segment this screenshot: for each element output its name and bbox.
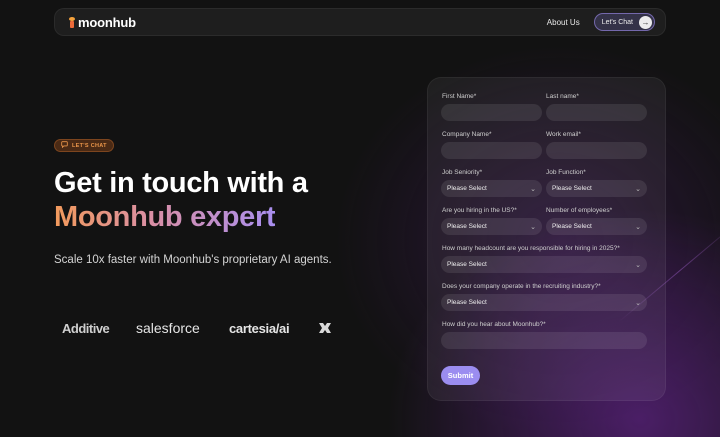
brand-mark-logo — [317, 320, 333, 336]
hiring-us-select[interactable]: Please Select ⌄ — [441, 218, 542, 235]
arrow-right-icon: → — [639, 15, 652, 29]
select-value: Please Select — [552, 223, 592, 230]
lets-chat-button[interactable]: Let's Chat → — [593, 13, 655, 31]
employees-select[interactable]: Please Select ⌄ — [546, 218, 647, 235]
select-value: Please Select — [447, 185, 487, 192]
additive-logo: Additive — [62, 320, 110, 336]
hero-title-line2: Moonhub expert — [54, 201, 276, 233]
lets-chat-label: Let's Chat — [601, 18, 633, 26]
badge-label: LET'S CHAT — [72, 142, 107, 149]
first-name-label: First Name* — [442, 93, 477, 100]
headcount-select[interactable]: Please Select ⌄ — [441, 256, 647, 273]
chevron-down-icon: ⌄ — [635, 261, 641, 269]
hero-title-line1: Get in touch with a — [54, 167, 308, 199]
moonhub-logo-icon — [69, 16, 75, 28]
customer-logos: Additive salesforce cartesia/ai — [62, 320, 333, 336]
company-name-label: Company Name* — [442, 131, 492, 138]
about-us-link[interactable]: About Us — [547, 18, 580, 27]
chevron-down-icon: ⌄ — [530, 185, 536, 193]
company-name-input[interactable] — [441, 142, 542, 159]
chat-bubble-icon — [61, 141, 68, 150]
chevron-down-icon: ⌄ — [635, 223, 641, 231]
submit-button[interactable]: Submit — [441, 366, 480, 385]
hear-about-label: How did you hear about Moonhub?* — [442, 321, 546, 328]
hear-about-input[interactable] — [441, 332, 647, 349]
select-value: Please Select — [447, 299, 487, 306]
job-function-select[interactable]: Please Select ⌄ — [546, 180, 647, 197]
employees-label: Number of employees* — [546, 207, 613, 214]
select-value: Please Select — [447, 223, 487, 230]
work-email-input[interactable] — [546, 142, 647, 159]
headcount-label: How many headcount are you responsible f… — [442, 245, 620, 252]
select-value: Please Select — [552, 185, 592, 192]
hiring-us-label: Are you hiring in the US?* — [442, 207, 517, 214]
nav-right: About Us Let's Chat → — [547, 13, 655, 31]
logo-text: moonhub — [78, 14, 136, 30]
work-email-label: Work email* — [546, 131, 581, 138]
salesforce-logo: salesforce — [136, 320, 200, 336]
hero-subtitle: Scale 10x faster with Moonhub's propriet… — [54, 254, 332, 266]
contact-form — [427, 77, 666, 401]
cartesia-logo: cartesia/ai — [229, 320, 290, 336]
job-seniority-label: Job Seniority* — [442, 169, 483, 176]
chevron-down-icon: ⌄ — [635, 185, 641, 193]
job-seniority-select[interactable]: Please Select ⌄ — [441, 180, 542, 197]
last-name-label: Last name* — [546, 93, 579, 100]
top-nav: moonhub About Us Let's Chat → — [54, 8, 666, 36]
first-name-input[interactable] — [441, 104, 542, 121]
select-value: Please Select — [447, 261, 487, 268]
recruiting-industry-label: Does your company operate in the recruit… — [442, 283, 601, 290]
last-name-input[interactable] — [546, 104, 647, 121]
recruiting-industry-select[interactable]: Please Select ⌄ — [441, 294, 647, 311]
moonhub-logo[interactable]: moonhub — [69, 15, 136, 30]
lets-chat-badge: LET'S CHAT — [54, 139, 114, 152]
chevron-down-icon: ⌄ — [530, 223, 536, 231]
job-function-label: Job Function* — [546, 169, 586, 176]
chevron-down-icon: ⌄ — [635, 299, 641, 307]
